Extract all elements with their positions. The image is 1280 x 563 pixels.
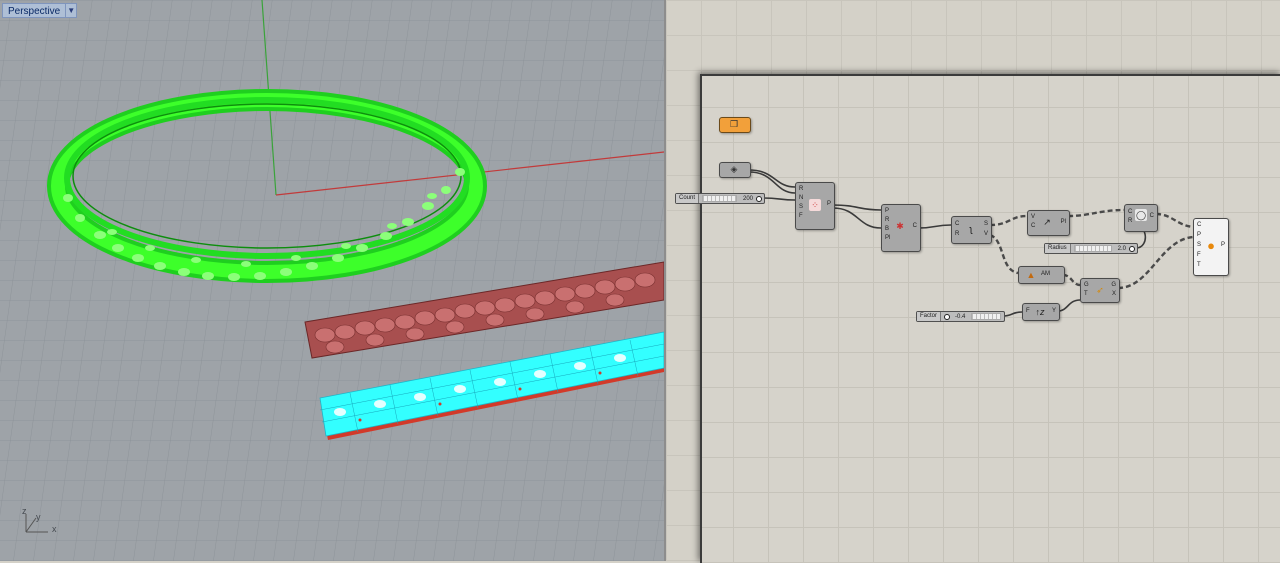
proximity-input-pl[interactable]: Pl xyxy=(885,235,890,242)
world-axis-icon: x y z xyxy=(18,506,68,540)
circle-output-c[interactable]: C xyxy=(1150,213,1154,220)
pipe-input-f[interactable]: F xyxy=(1197,252,1201,259)
proximity-input-r[interactable]: R xyxy=(885,217,889,224)
axis-label-x: x xyxy=(52,524,57,534)
pipe-output-p[interactable]: P xyxy=(1221,242,1225,249)
count-slider-value: 200 xyxy=(742,195,753,202)
vector-icon: ↗ xyxy=(1043,216,1051,227)
factor-slider-label: Factor xyxy=(917,312,942,321)
radius-slider-track[interactable] xyxy=(1073,245,1112,252)
move-icon: ➶ xyxy=(1096,284,1104,295)
vector-component[interactable]: V C Pl ↗ xyxy=(1027,210,1070,236)
perspective-viewport[interactable]: Perspective ▼ x y z xyxy=(0,0,664,561)
curve-icon: ʅ xyxy=(970,224,972,234)
axis-label-z: z xyxy=(22,506,27,516)
circle-component[interactable]: C R C ◯ xyxy=(1124,204,1158,232)
blob-icon: ● xyxy=(1207,237,1215,253)
unit-z-icon: ↑z xyxy=(1035,307,1045,317)
circle-input-r[interactable]: R xyxy=(1128,218,1132,225)
populate-input-f[interactable]: F xyxy=(799,213,803,220)
viewport-title-tab[interactable]: Perspective ▼ xyxy=(2,3,78,18)
move-input-g[interactable]: G xyxy=(1084,282,1089,289)
viewport-title[interactable]: Perspective xyxy=(2,3,66,18)
pipe-input-c[interactable]: C xyxy=(1197,222,1201,229)
curve-input-c[interactable]: C xyxy=(955,221,959,228)
proximity-input-b[interactable]: B xyxy=(885,226,889,233)
pipe-input-s[interactable]: S xyxy=(1197,242,1201,249)
vector-input-c[interactable]: C xyxy=(1031,223,1035,230)
populate-input-n[interactable]: N xyxy=(799,195,803,202)
populate-input-s[interactable]: S xyxy=(799,204,803,211)
radius-slider-knob[interactable] xyxy=(1129,245,1135,252)
count-slider[interactable]: Count 200 xyxy=(675,193,765,204)
viewport-menu-dropdown-icon[interactable]: ▼ xyxy=(65,3,78,18)
factor-slider-knob[interactable] xyxy=(944,313,951,320)
geometry-icon: ❒ xyxy=(729,118,739,129)
move-output-x[interactable]: X xyxy=(1112,291,1116,298)
radius-slider[interactable]: Radius 2.0 xyxy=(1044,243,1138,254)
curve-output-s[interactable]: S xyxy=(984,221,988,228)
amplitude-icon: ▲ xyxy=(1026,270,1036,280)
pipe-input-p[interactable]: P xyxy=(1197,232,1201,239)
move-output-g[interactable]: G xyxy=(1111,282,1116,289)
move-input-t[interactable]: T xyxy=(1084,291,1088,298)
count-slider-label: Count xyxy=(676,194,700,203)
count-slider-knob[interactable] xyxy=(756,195,762,202)
populate-output-p[interactable]: P xyxy=(827,201,831,208)
viewport-scene xyxy=(0,0,664,561)
circle-input-c[interactable]: C xyxy=(1128,209,1132,216)
amplitude-label: AM xyxy=(1041,271,1050,277)
move-component[interactable]: G T G X ➶ xyxy=(1080,278,1120,303)
factor-slider-value: -0.4 xyxy=(955,313,966,320)
geometry-param[interactable]: ❒ xyxy=(719,117,751,133)
unit-z-component[interactable]: F Y ↑z xyxy=(1022,303,1060,321)
curve-input-r[interactable]: R xyxy=(955,231,959,238)
circle-icon: ◯ xyxy=(1135,209,1147,221)
surface-param[interactable]: ◈ xyxy=(719,162,751,178)
surface-icon: ◈ xyxy=(730,163,738,174)
populate-component[interactable]: R N S F P ⁘ xyxy=(795,182,835,230)
evaluate-curve-component[interactable]: C R S V ʅ xyxy=(951,216,992,244)
amplitude-component[interactable]: ▲ AM xyxy=(1018,266,1065,284)
radius-slider-label: Radius xyxy=(1045,244,1071,253)
pipe-input-t[interactable]: T xyxy=(1197,262,1201,269)
radius-slider-value: 2.0 xyxy=(1117,245,1126,252)
factor-slider-track[interactable] xyxy=(971,313,1001,320)
pipe-component[interactable]: C P S F T P ● xyxy=(1193,218,1229,276)
proximity-component[interactable]: P R B Pl C ✱ xyxy=(881,204,921,252)
axis-label-y: y xyxy=(36,512,41,522)
unit-z-input-f[interactable]: F xyxy=(1026,308,1030,315)
proximity-icon: ✱ xyxy=(896,220,904,231)
unit-z-output-y[interactable]: Y xyxy=(1052,308,1056,315)
proximity-input-p[interactable]: P xyxy=(885,208,889,215)
factor-slider[interactable]: Factor -0.4 xyxy=(916,311,1005,322)
populate-icon: ⁘ xyxy=(809,199,821,211)
populate-input-r[interactable]: R xyxy=(799,186,803,193)
curve-output-v[interactable]: V xyxy=(984,231,988,238)
vector-input-v[interactable]: V xyxy=(1031,214,1035,221)
vector-output-pl[interactable]: Pl xyxy=(1061,219,1066,226)
proximity-output-c[interactable]: C xyxy=(913,223,917,230)
count-slider-track[interactable] xyxy=(702,195,737,202)
